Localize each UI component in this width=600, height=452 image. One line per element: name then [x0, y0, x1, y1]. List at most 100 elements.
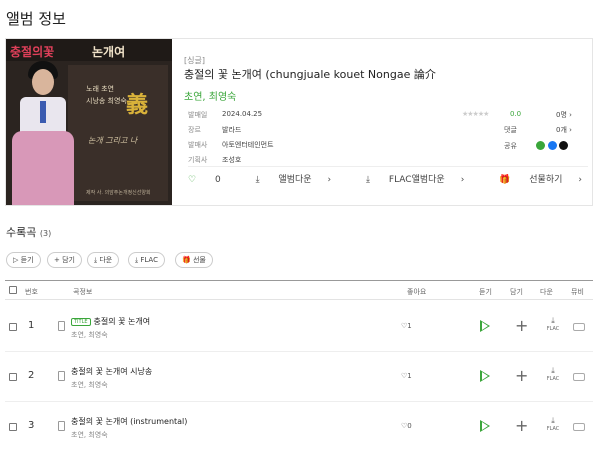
cover-credit-reader: 시낭송 최영숙: [86, 97, 127, 105]
cover-credits: 노래 초연 시낭송 최영숙: [86, 83, 130, 107]
cover-figure-skirt: [12, 131, 74, 205]
cover-title-left: 충절의꽃: [10, 45, 55, 59]
table-header: 번호 곡정보 좋아요 듣기 담기 다운 뮤비: [5, 280, 593, 300]
track-like-button[interactable]: ♡1: [401, 372, 412, 380]
gift-label: 선물하기: [529, 175, 563, 185]
plus-icon: +: [54, 256, 60, 264]
mv-icon: [573, 373, 585, 381]
download-selected-button[interactable]: ⤓ 다운: [87, 252, 120, 268]
cover-footer: 제작 사. 의암주논개정신선양회: [86, 190, 151, 196]
meta-key: 기획사: [188, 156, 208, 164]
meta-value: 아토엔터테인먼트: [222, 141, 274, 149]
rating-count-link[interactable]: 0명 ›: [556, 110, 572, 120]
track-like-button[interactable]: ♡1: [401, 322, 412, 330]
album-cover[interactable]: 충절의꽃 논개여 노래 초연 시낭송 최영숙 義 논개 그리고 나 제작 사. …: [6, 39, 172, 205]
track-title-link[interactable]: 충절의 꽃 논개여 (instrumental): [71, 416, 187, 427]
meta-value: 발라드: [222, 126, 242, 134]
col-like: 좋아요: [407, 288, 427, 296]
rating-count: 0명: [556, 111, 567, 119]
meta-value: 조성호: [222, 156, 242, 164]
play-all-label: 듣기: [20, 256, 34, 264]
col-down: 다운: [540, 288, 553, 296]
chevron-right-icon: ›: [460, 175, 465, 185]
download-button[interactable]: ⤓ FLAC: [543, 416, 563, 434]
flac-album-download-button[interactable]: ⤓ FLAC앨범다운 ›: [366, 175, 480, 185]
gift-button[interactable]: 🎁 선물하기 ›: [499, 175, 598, 185]
album-download-label: 앨범다운: [278, 175, 312, 185]
add-icon[interactable]: +: [515, 366, 528, 385]
col-listen: 듣기: [479, 288, 492, 296]
tracklist-count: (3): [39, 229, 52, 238]
gift-selected-label: 선물: [192, 256, 206, 264]
lyrics-icon[interactable]: [58, 321, 65, 331]
lyrics-icon[interactable]: [58, 421, 65, 431]
col-info: 곡정보: [73, 288, 93, 296]
flac-album-download-label: FLAC앨범다운: [388, 175, 445, 185]
track-like-button[interactable]: ♡0: [401, 422, 412, 430]
download-icon: ⤓: [135, 256, 139, 264]
x-twitter-icon[interactable]: [559, 141, 569, 150]
track-artist-link[interactable]: 초연, 최영숙: [71, 330, 108, 340]
rating-score: 0.0: [510, 110, 522, 118]
album-artist-link[interactable]: 초연, 최영숙: [184, 88, 236, 103]
album-title: 충절의 꽃 논개여 (chungjuale kouet Nongae 論介: [184, 68, 436, 81]
album-actions-divider: [188, 166, 588, 167]
track-artist-link[interactable]: 초연, 최영숙: [71, 380, 108, 390]
track-number: 2: [28, 370, 35, 381]
play-icon[interactable]: [480, 320, 490, 332]
add-icon[interactable]: +: [515, 416, 528, 435]
table-row: 1 TITLE 충절의 꽃 논개여 초연, 최영숙 ♡1 + ⤓ FLAC: [5, 302, 593, 352]
play-all-button[interactable]: ▷ 듣기: [6, 252, 41, 268]
track-number: 1: [28, 320, 35, 331]
track-like-count: 1: [407, 372, 412, 380]
facebook-icon[interactable]: [547, 141, 557, 150]
add-icon[interactable]: +: [515, 316, 528, 335]
download-button[interactable]: ⤓ FLAC: [543, 366, 563, 384]
track-artist-link[interactable]: 초연, 최영숙: [71, 430, 108, 440]
download-icon: ⤓: [551, 366, 555, 375]
flac-label: FLAC: [546, 326, 560, 332]
share-melon-icon[interactable]: [536, 141, 545, 150]
album-download-button[interactable]: ⤓ 앨범다운 ›: [256, 175, 348, 185]
cover-figure-face: [32, 69, 54, 95]
download-icon: ⤓: [255, 175, 260, 185]
col-no: 번호: [25, 288, 38, 296]
album-type: [싱글]: [184, 56, 205, 65]
row-checkbox[interactable]: [9, 323, 17, 331]
track-title-link[interactable]: 충절의 꽃 논개여 시낭송: [71, 366, 152, 377]
title-badge: TITLE: [71, 318, 91, 326]
track-title-link[interactable]: TITLE 충절의 꽃 논개여: [71, 316, 150, 327]
lyrics-icon[interactable]: [58, 371, 65, 381]
gift-selected-button[interactable]: 🎁 선물: [175, 252, 213, 268]
row-checkbox[interactable]: [9, 423, 17, 431]
download-icon: ⤓: [551, 316, 555, 325]
track-title: 충절의 꽃 논개여: [93, 317, 151, 326]
rating-stars[interactable]: ★★★★★: [462, 110, 489, 118]
flac-label: FLAC: [546, 376, 560, 382]
add-selected-button[interactable]: + 담기: [47, 252, 82, 268]
meta-key: 발매일: [188, 111, 208, 119]
play-icon[interactable]: [480, 370, 490, 382]
cover-signature: 논개 그리고 나: [88, 136, 138, 145]
select-all-checkbox[interactable]: [9, 286, 17, 294]
download-selected-label: 다운: [99, 256, 113, 264]
gift-icon: 🎁: [499, 175, 511, 185]
chevron-right-icon: ›: [569, 111, 572, 119]
comments-count: 0개: [556, 126, 567, 134]
row-checkbox[interactable]: [9, 373, 17, 381]
cover-figure-ribbon: [40, 101, 46, 123]
cover-title-right: 논개여: [92, 45, 126, 59]
cover-hanja: 義: [126, 93, 149, 118]
share-buttons: [536, 141, 569, 152]
table-row: 3 충절의 꽃 논개여 (instrumental) 초연, 최영숙 ♡0 + …: [5, 402, 593, 452]
flac-selected-button[interactable]: ⤓ FLAC: [128, 252, 165, 268]
comments-link[interactable]: 0개 ›: [556, 125, 572, 135]
mv-icon: [573, 423, 585, 431]
download-button[interactable]: ⤓ FLAC: [543, 316, 563, 334]
play-icon[interactable]: [480, 420, 490, 432]
table-row: 2 충절의 꽃 논개여 시낭송 초연, 최영숙 ♡1 + ⤓ FLAC: [5, 352, 593, 402]
flac-label: FLAC: [546, 426, 560, 432]
like-button[interactable]: ♡ 0: [188, 175, 237, 185]
play-icon: ▷: [13, 256, 19, 264]
meta-row-release: 발매일 2024.04.25: [188, 110, 388, 120]
